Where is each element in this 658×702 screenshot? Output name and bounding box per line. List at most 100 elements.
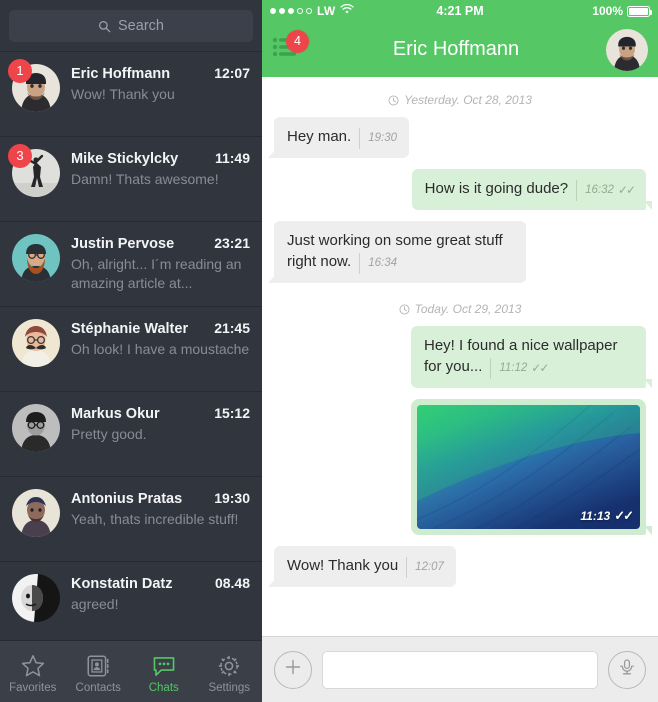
message-bubble-image[interactable]: 11:13 ✓✓ — [411, 399, 652, 535]
read-receipt-icon: ✓✓ — [617, 183, 636, 197]
list-item-header: Antonius Pratas 19:30 — [71, 490, 250, 507]
page-title: Eric Hoffmann — [392, 38, 520, 60]
avatar-container: 1 — [8, 59, 60, 112]
date-separator: Today. Oct 29, 2013 — [399, 302, 521, 316]
message-time: 15:12 — [214, 405, 250, 421]
attach-button[interactable] — [274, 650, 312, 689]
tab-contacts[interactable]: Contacts — [66, 641, 132, 702]
tab-settings[interactable]: Settings — [197, 641, 263, 702]
list-item-body: Konstatin Datz 08.48 agreed! — [71, 574, 250, 640]
avatar — [12, 234, 60, 282]
message-time: 16:34 — [368, 257, 397, 269]
sidebar: Search 1 Eric Hoffmann 12:07 Wow! Thank … — [0, 0, 262, 702]
list-item[interactable]: 1 Eric Hoffmann 12:07 Wow! Thank you — [0, 51, 262, 136]
contact-card-icon — [85, 653, 111, 679]
microphone-icon — [617, 657, 637, 682]
tab-label: Contacts — [75, 682, 121, 694]
list-item-body: Markus Okur 15:12 Pretty good. — [71, 404, 250, 476]
avatar — [12, 574, 60, 622]
date-label: Yesterday. Oct 28, 2013 — [404, 93, 532, 107]
plus-icon — [283, 657, 303, 682]
date-separator: Yesterday. Oct 28, 2013 — [388, 93, 532, 107]
search-input[interactable]: Search — [9, 10, 253, 42]
message-time: 21:45 — [214, 320, 250, 336]
message-row: How is it going dude? 16:32 ✓✓ — [274, 169, 653, 210]
message-preview: Oh look! I have a moustache — [71, 341, 250, 357]
voice-record-button[interactable] — [608, 650, 646, 689]
status-bar-left: LW — [270, 3, 436, 18]
message-row: Just working on some great stuff right n… — [268, 221, 646, 283]
list-item-body: Stéphanie Walter 21:45 Oh look! I have a… — [71, 319, 250, 391]
message-text: Wow! Thank you — [287, 557, 399, 574]
list-item[interactable]: 3 Mike Stickylcky 11:49 Damn! Thats awes… — [0, 136, 262, 221]
chat-panel: LW 4:21 PM 100% 4 Eric Hoffmann Yesterda… — [262, 0, 658, 702]
list-item[interactable]: Konstatin Datz 08.48 agreed! — [0, 561, 262, 640]
message-time: 19:30 — [368, 132, 397, 144]
message-preview: Oh, alright... I´m reading an amazing ar… — [71, 256, 242, 291]
contact-name: Konstatin Datz — [71, 576, 173, 592]
status-bar-right: 100% — [484, 4, 652, 18]
avatar-container — [12, 404, 60, 452]
list-item[interactable]: Justin Pervose 23:21 Oh, alright... I´m … — [0, 221, 262, 306]
message-preview: Pretty good. — [71, 426, 147, 442]
list-item-header: Markus Okur 15:12 — [71, 405, 250, 422]
message-bubble-outgoing[interactable]: How is it going dude? 16:32 ✓✓ — [411, 169, 653, 210]
avatar-container — [12, 319, 60, 367]
message-preview: Yeah, thats incredible stuff! — [71, 511, 239, 527]
message-meta: 16:34 — [359, 253, 397, 274]
chat-header: 4 Eric Hoffmann — [262, 22, 658, 77]
message-meta: 19:30 — [359, 128, 397, 149]
tab-favorites[interactable]: Favorites — [0, 641, 66, 702]
message-text: Hey man. — [287, 128, 352, 145]
contact-name: Eric Hoffmann — [71, 66, 171, 82]
list-item-body: Mike Stickylcky 11:49 Damn! Thats awesom… — [71, 149, 250, 221]
contact-name: Antonius Pratas — [71, 491, 183, 507]
chat-list[interactable]: 1 Eric Hoffmann 12:07 Wow! Thank you 3 M… — [0, 51, 262, 640]
composer-bar — [262, 636, 658, 702]
list-item-header: Eric Hoffmann 12:07 — [71, 65, 250, 82]
list-menu-icon[interactable]: 4 — [272, 29, 309, 64]
list-item-header: Justin Pervose 23:21 — [71, 235, 250, 252]
read-receipt-icon: ✓✓ — [614, 508, 634, 523]
tab-chats[interactable]: Chats — [131, 641, 197, 702]
message-text: How is it going dude? — [424, 180, 569, 197]
chat-bubble-icon — [151, 653, 177, 679]
message-meta: 11:13 ✓✓ — [580, 508, 634, 524]
clock-icon — [388, 94, 399, 106]
avatar — [12, 489, 60, 537]
message-bubble-incoming[interactable]: Hey man. 19:30 — [268, 117, 409, 158]
status-bar: LW 4:21 PM 100% — [262, 0, 658, 22]
message-time: 08.48 — [214, 575, 250, 591]
list-item[interactable]: Antonius Pratas 19:30 Yeah, thats incred… — [0, 476, 262, 561]
message-time: 11:49 — [214, 150, 250, 166]
list-item[interactable]: Markus Okur 15:12 Pretty good. — [0, 391, 262, 476]
message-preview: agreed! — [71, 596, 119, 612]
read-receipt-icon: ✓✓ — [531, 361, 549, 375]
message-input[interactable] — [322, 650, 598, 689]
message-preview: Wow! Thank you — [71, 86, 175, 102]
list-item-header: Mike Stickylcky 11:49 — [71, 150, 250, 167]
list-item-body: Justin Pervose 23:21 Oh, alright... I´m … — [71, 234, 250, 306]
message-time: 19:30 — [214, 490, 250, 506]
tab-bar: Favorites Contacts Chats Settings — [0, 640, 262, 702]
contact-name: Stéphanie Walter — [71, 321, 189, 337]
message-time: 23:21 — [214, 235, 250, 251]
message-bubble-incoming[interactable]: Wow! Thank you 12:07 — [268, 546, 456, 587]
message-bubble-incoming[interactable]: Just working on some great stuff right n… — [268, 221, 526, 283]
clock-icon — [399, 303, 410, 315]
gear-icon — [216, 653, 242, 679]
list-item[interactable]: Stéphanie Walter 21:45 Oh look! I have a… — [0, 306, 262, 391]
message-bubble-outgoing[interactable]: Hey! I found a nice wallpaper for you...… — [411, 326, 652, 388]
message-time: 11:12 — [499, 362, 528, 374]
message-time: 16:32 — [585, 184, 614, 196]
message-list[interactable]: Yesterday. Oct 28, 2013 Hey man. 19:30 Ho… — [262, 77, 658, 636]
status-bar-time: 4:21 PM — [436, 4, 484, 18]
avatar — [12, 404, 60, 452]
search-icon — [98, 20, 111, 33]
wifi-icon — [340, 3, 354, 18]
wave-wallpaper-photo[interactable]: 11:13 ✓✓ — [417, 405, 640, 529]
avatar[interactable] — [606, 28, 648, 71]
avatar-container — [12, 234, 60, 282]
signal-strength-icon — [270, 8, 312, 14]
avatar-container — [12, 574, 60, 622]
